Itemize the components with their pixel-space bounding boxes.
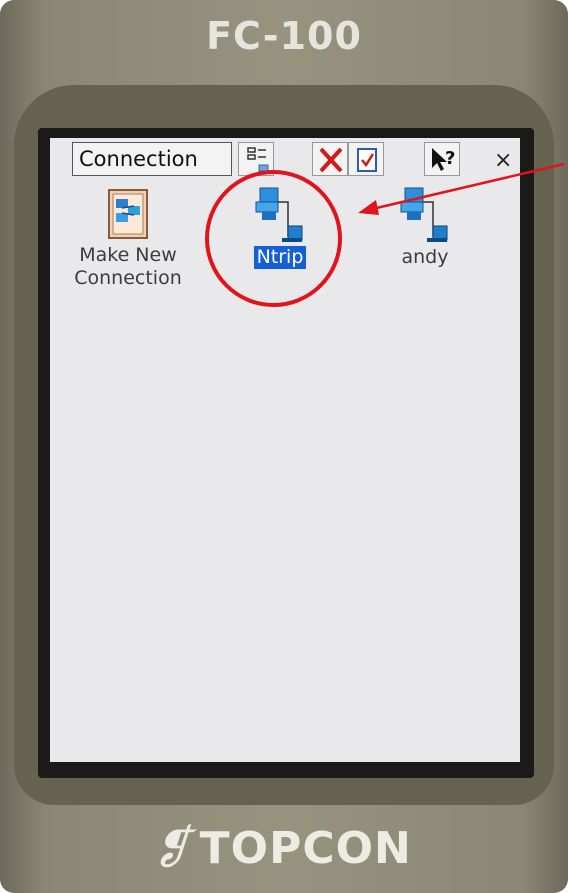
delete-button[interactable] <box>312 142 348 176</box>
topcon-logo-icon: ❡ <box>147 820 205 874</box>
list-item-label: Make New <box>79 244 177 266</box>
model-label: FC-100 <box>206 14 362 58</box>
annotation-circle <box>205 170 342 307</box>
window-title: Connection <box>72 142 232 176</box>
delete-icon <box>319 147 343 173</box>
list-item-make-new-connection[interactable]: Make New Connection <box>58 186 198 290</box>
brand-name: TOPCON <box>199 823 412 874</box>
make-new-connection-icon <box>108 189 148 239</box>
annotation-arrow-icon <box>358 162 565 215</box>
list-item-label-line2: Connection <box>74 267 182 289</box>
list-item-label: andy <box>401 246 449 268</box>
handheld-device: FC-100 Connection ? × Make New Connectio… <box>0 0 568 893</box>
brand-logo: ❡TOPCON <box>0 820 568 874</box>
